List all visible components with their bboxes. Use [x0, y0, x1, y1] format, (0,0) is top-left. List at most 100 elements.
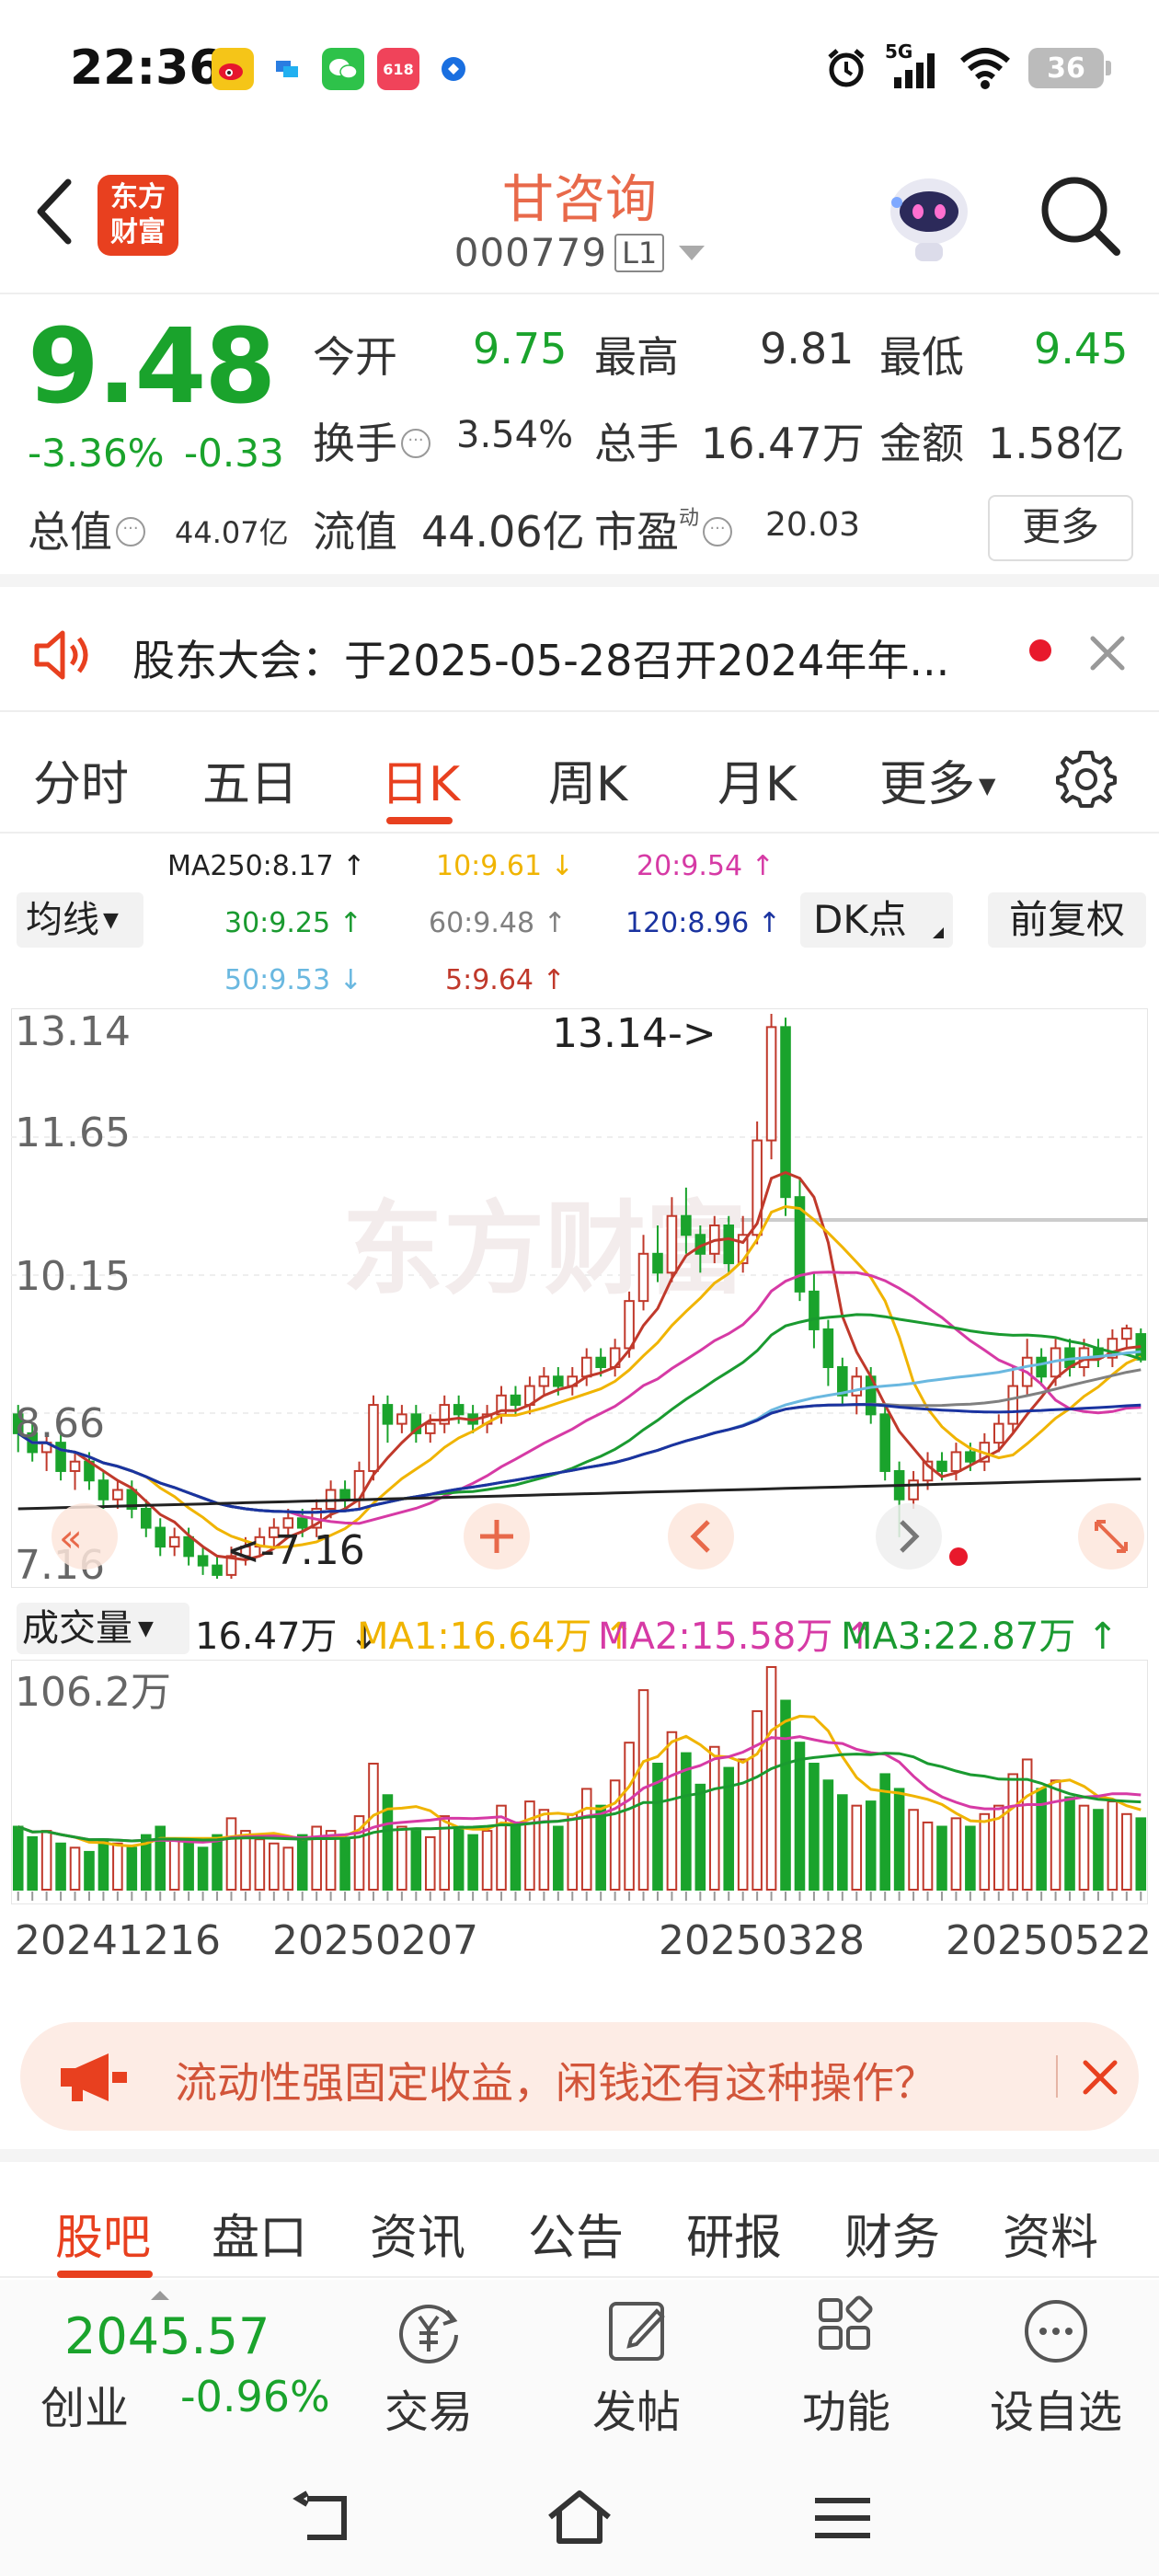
- info-icon: ···: [116, 516, 145, 546]
- volume-bar: [950, 1817, 962, 1892]
- stock-header: 东方财富 甘咨询 000779 L1: [0, 138, 1159, 294]
- battery-icon: 36: [1028, 48, 1111, 88]
- candle: [879, 1413, 890, 1472]
- volume-bar: [240, 1830, 251, 1891]
- candle: [168, 1535, 180, 1548]
- info-icon: ···: [401, 428, 430, 458]
- level-badge: L1: [614, 233, 665, 272]
- volume-bar: [851, 1804, 863, 1891]
- menu-nav-icon[interactable]: [806, 2486, 879, 2550]
- y-label-4: 8.66: [15, 1400, 105, 1447]
- ai-assistant-robot-icon[interactable]: [878, 166, 980, 267]
- step-forward-button[interactable]: [876, 1503, 942, 1570]
- tab-financials[interactable]: 财务: [844, 2199, 940, 2268]
- tab-monthly-k[interactable]: 月K: [717, 745, 797, 814]
- candle: [723, 1224, 735, 1265]
- ma10-legend: 10:9.61 ↓: [436, 850, 574, 882]
- candle: [382, 1404, 394, 1425]
- close-icon[interactable]: [1080, 626, 1135, 681]
- step-back-button[interactable]: [668, 1503, 734, 1570]
- tab-profile[interactable]: 资料: [1003, 2199, 1098, 2268]
- candle: [809, 1290, 820, 1330]
- chevron-down-icon: ▼: [979, 773, 996, 799]
- volume-bar: [922, 1821, 934, 1891]
- trade-label: 交易: [384, 2386, 473, 2438]
- candle: [681, 1214, 692, 1236]
- volume-bar: [524, 1800, 535, 1891]
- app-icon: [267, 48, 309, 90]
- volume-bar: [822, 1779, 834, 1891]
- candle: [851, 1375, 863, 1397]
- wifi-icon: [960, 48, 1010, 89]
- watchlist-label: 设自选: [989, 2386, 1122, 2438]
- tab-intraday[interactable]: 分时: [33, 745, 129, 814]
- pe-item[interactable]: 市盈动 ···: [594, 499, 733, 559]
- candle: [453, 1404, 465, 1416]
- candle: [936, 1460, 947, 1472]
- pe-dynamic-mark: 动: [679, 507, 700, 530]
- corner-triangle-icon: [933, 927, 944, 938]
- turnover-item[interactable]: 换手 ···: [313, 410, 430, 471]
- tab-more[interactable]: 更多 ▼: [879, 745, 995, 814]
- volume-ma3: MA3:22.87万 ↑: [841, 1616, 1119, 1658]
- wechat-icon: [322, 48, 364, 90]
- more-button[interactable]: 更多: [988, 495, 1133, 561]
- max-price-label: 13.14->: [552, 1010, 717, 1057]
- scroll-left-button[interactable]: «: [52, 1503, 118, 1570]
- candle: [1007, 1385, 1019, 1425]
- volume-bar: [396, 1825, 407, 1891]
- price-adjust-button[interactable]: 前复权: [988, 892, 1146, 948]
- candle: [183, 1535, 194, 1558]
- tab-announcements[interactable]: 公告: [528, 2199, 624, 2268]
- tab-weekly-k[interactable]: 周K: [548, 745, 627, 814]
- post-button[interactable]: 发帖: [554, 2294, 719, 2438]
- yen-exchange-icon: [399, 2305, 458, 2363]
- tab-forum[interactable]: 股吧: [55, 2199, 151, 2268]
- trade-button[interactable]: 交易: [346, 2294, 511, 2438]
- tab-daily-k[interactable]: 日K: [381, 745, 460, 814]
- candle: [1121, 1327, 1132, 1340]
- promo-text: 流动性强固定收益，闲钱还有这种操作？: [175, 2058, 936, 2108]
- candle: [908, 1479, 919, 1501]
- notice-text: 股东大会：于2025-05-28召开2024年年...: [132, 636, 950, 685]
- ma-type-label: 均线: [26, 899, 99, 941]
- back-nav-icon[interactable]: [289, 2486, 362, 2550]
- active-tab-indicator: [386, 817, 453, 824]
- tab-five-day[interactable]: 五日: [202, 745, 298, 814]
- gear-icon[interactable]: [1054, 747, 1119, 811]
- functions-label: 功能: [801, 2386, 890, 2438]
- post-label: 发帖: [591, 2386, 681, 2438]
- promo-banner[interactable]: 流动性强固定收益，闲钱还有这种操作？: [20, 2022, 1139, 2131]
- candle: [950, 1451, 962, 1472]
- volume-bar: [254, 1838, 266, 1892]
- tab-news[interactable]: 资讯: [370, 2199, 465, 2268]
- home-nav-icon[interactable]: [543, 2486, 616, 2550]
- expand-up-icon: [151, 2291, 169, 2300]
- kline-chart[interactable]: 东方财富 13.14 11.65 10.15 8.66 7.16 13.14->…: [11, 1008, 1148, 1588]
- volume-bar: [624, 1742, 635, 1892]
- search-icon[interactable]: [1034, 169, 1126, 261]
- tab-orderbook[interactable]: 盘口: [212, 2199, 307, 2268]
- volume-bar: [269, 1842, 280, 1892]
- tab-research[interactable]: 研报: [686, 2199, 782, 2268]
- volume-bar: [282, 1846, 294, 1892]
- turnover-label: 换手: [313, 419, 397, 468]
- add-watchlist-button[interactable]: 设自选: [973, 2294, 1139, 2438]
- divider: [1056, 2055, 1058, 2098]
- mktcap-item[interactable]: 总值 ···: [28, 499, 145, 559]
- volume-bar: [126, 1846, 138, 1892]
- indicator-selector[interactable]: 成交量 ▼: [17, 1603, 189, 1654]
- fullscreen-button[interactable]: [1078, 1503, 1144, 1570]
- candle: [965, 1451, 976, 1463]
- dk-point-button[interactable]: DK点: [800, 892, 953, 948]
- volume-chart[interactable]: 106.2万: [11, 1660, 1148, 1904]
- stock-code-row[interactable]: 000779 L1: [0, 230, 1159, 275]
- volume-bar: [424, 1835, 436, 1891]
- volume-max-label: 106.2万: [15, 1669, 171, 1716]
- ma-type-selector[interactable]: 均线 ▼: [17, 892, 143, 948]
- notice-bar[interactable]: 股东大会：于2025-05-28召开2024年年...: [0, 600, 1159, 712]
- zoom-in-button[interactable]: [464, 1503, 530, 1570]
- close-icon[interactable]: [1073, 2050, 1128, 2105]
- volume-bar: [694, 1783, 706, 1891]
- functions-button[interactable]: 功能: [763, 2294, 929, 2438]
